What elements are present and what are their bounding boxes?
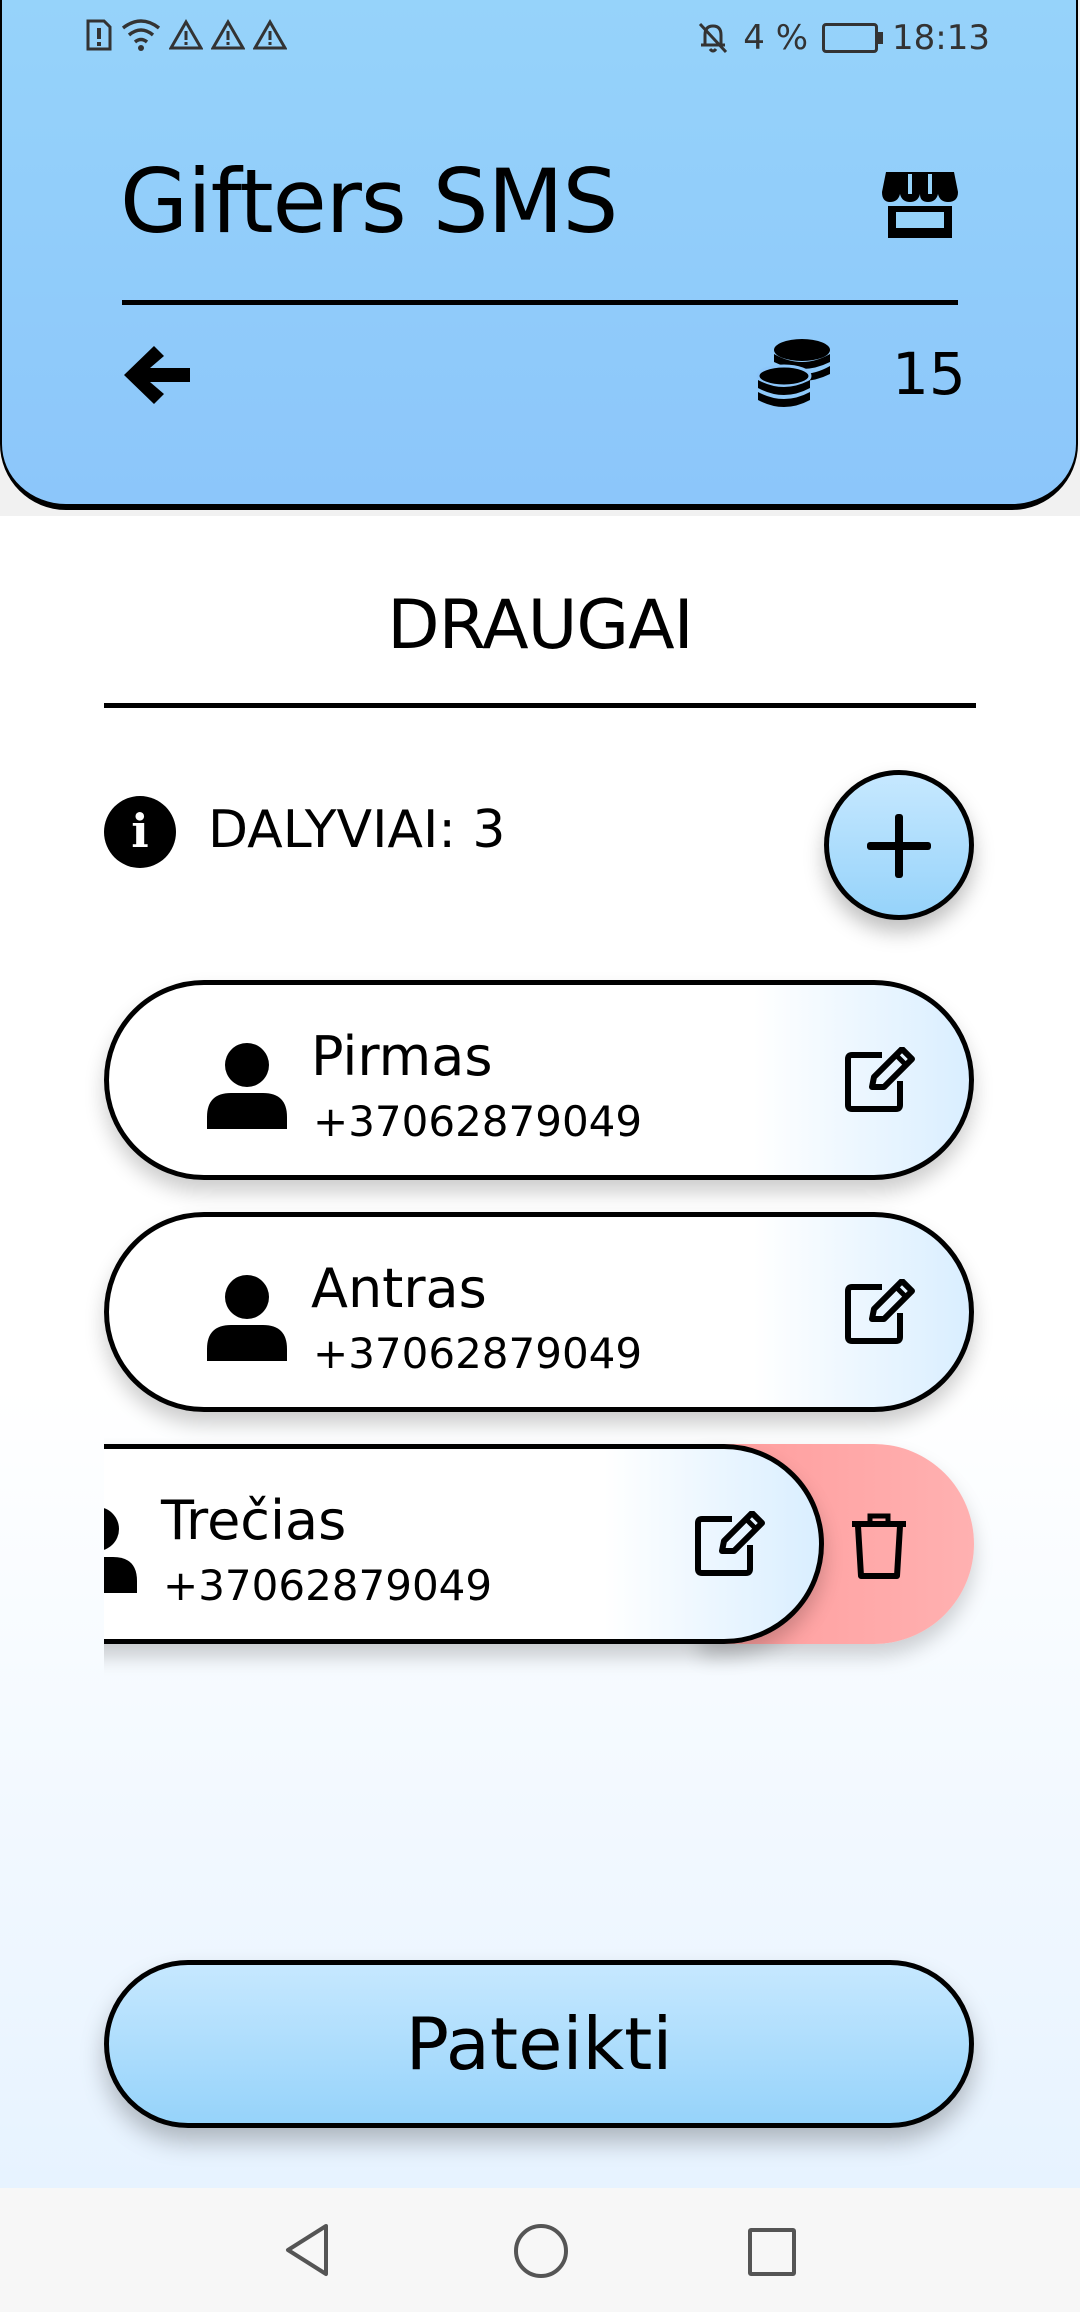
person-icon xyxy=(207,1043,287,1129)
warning-icon xyxy=(211,19,245,50)
friend-name: Pirmas xyxy=(311,1025,493,1088)
person-icon xyxy=(207,1275,287,1361)
friend-card[interactable]: Antras +37062879049 xyxy=(104,1212,974,1412)
wifi-icon xyxy=(121,19,161,51)
friend-phone: +37062879049 xyxy=(313,1097,643,1146)
coins-count: 15 xyxy=(892,340,966,408)
section-divider xyxy=(104,703,976,708)
coins-icon xyxy=(756,339,830,407)
info-icon: i xyxy=(104,796,176,868)
participants-count: DALYVIAI: 3 xyxy=(208,800,506,860)
friend-card[interactable]: Trečias +37062879049 xyxy=(104,1444,824,1644)
add-friend-button[interactable] xyxy=(824,770,974,920)
section-title: DRAUGAI xyxy=(387,586,693,665)
header-divider xyxy=(122,300,958,305)
friend-name: Antras xyxy=(311,1257,487,1320)
sim-alert-icon xyxy=(86,19,112,51)
warning-icon xyxy=(169,19,203,50)
app-screen: 4 % 18:13 Gifters SMS 15 DRAUGAI i DALYV… xyxy=(0,0,1080,2312)
edit-icon[interactable] xyxy=(844,1047,916,1113)
shop-icon[interactable] xyxy=(880,168,960,240)
edit-icon[interactable] xyxy=(694,1511,766,1577)
arrow-left-icon[interactable] xyxy=(120,342,194,408)
friend-phone: +37062879049 xyxy=(163,1561,493,1610)
status-bar: 4 % 18:13 xyxy=(0,0,1080,80)
friend-name: Trečias xyxy=(161,1489,347,1552)
person-icon xyxy=(104,1508,137,1593)
bell-off-icon xyxy=(699,22,728,54)
submit-button[interactable]: Pateikti xyxy=(104,1960,974,2128)
status-right: 4 % 18:13 xyxy=(697,18,990,58)
warning-icon xyxy=(253,19,287,50)
nav-home-icon[interactable] xyxy=(514,2224,568,2278)
app-title: Gifters SMS xyxy=(120,150,618,253)
friend-phone: +37062879049 xyxy=(313,1329,643,1378)
status-time: 18:13 xyxy=(892,18,990,58)
friend-card[interactable]: Pirmas +37062879049 xyxy=(104,980,974,1180)
edit-icon[interactable] xyxy=(844,1279,916,1345)
nav-back-icon[interactable] xyxy=(282,2222,332,2278)
swiped-card-clip: Trečias +37062879049 xyxy=(104,1438,1004,1678)
header-area: 4 % 18:13 Gifters SMS 15 xyxy=(0,0,1080,516)
battery-percent: 4 % xyxy=(743,18,809,58)
nav-recent-icon[interactable] xyxy=(748,2228,796,2276)
battery-charging-icon xyxy=(822,23,884,53)
status-icons-left xyxy=(85,18,287,52)
